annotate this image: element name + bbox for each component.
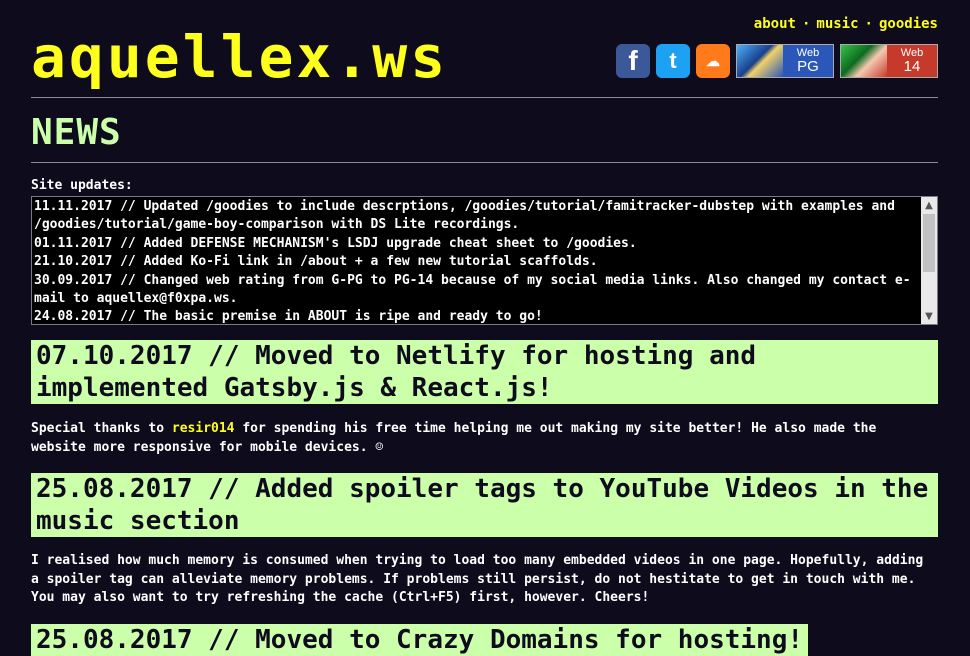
resir014-link[interactable]: resir014 bbox=[172, 421, 235, 436]
update-entry: 24.08.2017 // The basic premise in ABOUT… bbox=[34, 309, 543, 325]
update-entry: 21.10.2017 // Added Ko-Fi link in /about… bbox=[34, 254, 598, 270]
rating-big-text: PG bbox=[797, 58, 819, 75]
soundcloud-icon[interactable]: ☁ bbox=[696, 44, 730, 78]
facebook-glyph: f bbox=[628, 45, 638, 76]
scroll-up-icon[interactable]: ▲ bbox=[921, 197, 937, 213]
nav-separator: · bbox=[801, 16, 811, 32]
scroll-down-icon[interactable]: ▼ bbox=[921, 308, 937, 324]
nav-about-link[interactable]: about bbox=[754, 16, 796, 32]
update-entry: 01.11.2017 // Added DEFENSE MECHANISM's … bbox=[34, 235, 637, 251]
post-title: 25.08.2017 // Moved to Crazy Domains for… bbox=[31, 624, 809, 656]
site-updates-label: Site updates: bbox=[31, 178, 133, 193]
nav-music-link[interactable]: music bbox=[816, 16, 858, 32]
rating-big-text: 14 bbox=[903, 58, 921, 75]
post-body: I realised how much memory is consumed w… bbox=[31, 553, 924, 605]
site-updates-box[interactable]: 11.11.2017 // Updated /goodies to includ… bbox=[31, 196, 938, 325]
web-rating-pg-badge[interactable]: Web PG bbox=[736, 44, 834, 78]
post-title: 25.08.2017 // Added spoiler tags to YouT… bbox=[31, 473, 938, 537]
anime-character-image bbox=[737, 45, 783, 77]
news-heading: NEWS bbox=[31, 112, 122, 153]
top-nav: about · music · goodies bbox=[754, 16, 938, 32]
facebook-icon[interactable]: f bbox=[616, 44, 650, 78]
news-divider bbox=[31, 162, 938, 163]
post-body: Special thanks to resir014 for spending … bbox=[31, 420, 938, 457]
social-badges: f t ☁ Web PG Web 14 bbox=[616, 44, 938, 78]
post-title: 07.10.2017 // Moved to Netlify for hosti… bbox=[31, 340, 938, 404]
scrollbar-thumb[interactable] bbox=[923, 214, 935, 272]
update-entry: 30.09.2017 // Changed web rating from G-… bbox=[34, 272, 911, 307]
soundcloud-glyph: ☁ bbox=[706, 52, 720, 69]
site-title[interactable]: aquellex.ws bbox=[31, 22, 448, 92]
update-entry: 11.11.2017 // Updated /goodies to includ… bbox=[34, 199, 895, 233]
site-updates-list: 11.11.2017 // Updated /goodies to includ… bbox=[34, 198, 919, 325]
web-rating-14-badge[interactable]: Web 14 bbox=[840, 44, 938, 78]
twitter-icon[interactable]: t bbox=[656, 44, 690, 78]
nav-goodies-link[interactable]: goodies bbox=[879, 16, 938, 32]
header-divider bbox=[31, 97, 938, 98]
anime-character-image bbox=[841, 45, 887, 77]
post-text: Special thanks to bbox=[31, 421, 172, 436]
updates-scrollbar[interactable]: ▲ ▼ bbox=[921, 197, 937, 324]
nav-separator: · bbox=[864, 16, 873, 32]
twitter-glyph: t bbox=[669, 48, 677, 73]
